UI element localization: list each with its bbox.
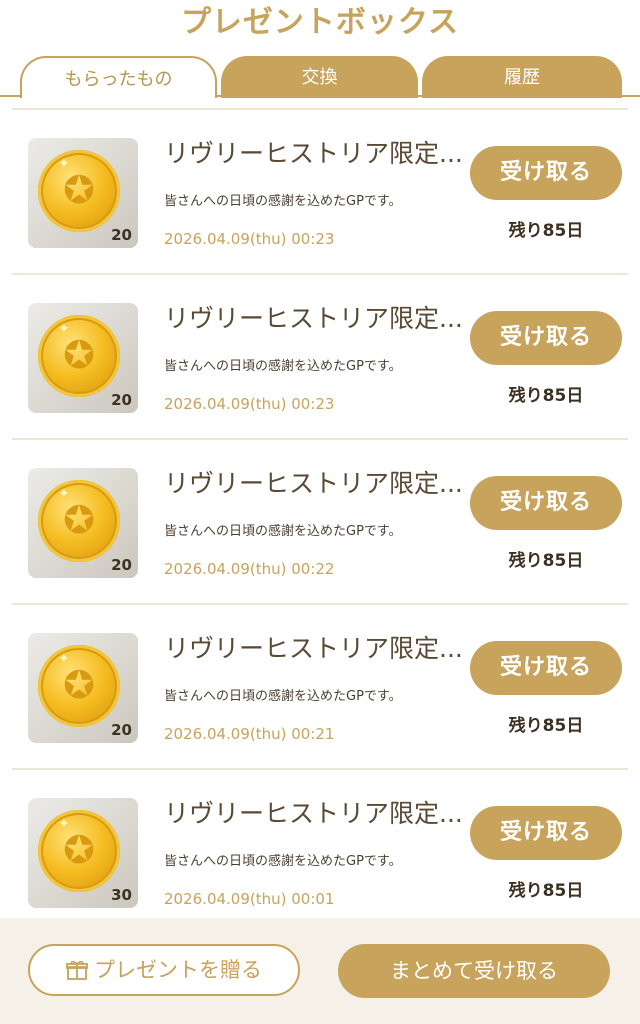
remaining-days: 残り85日 [508,881,584,901]
item-title: リヴリーヒストリア限定... [164,304,463,333]
tab-exchange[interactable]: 交換 [221,56,418,98]
item-date: 2026.04.09(thu) 00:01 [164,890,335,908]
item-thumbnail: ✦ ✪ 20 [28,633,138,743]
item-date: 2026.04.09(thu) 00:21 [164,725,335,743]
item-date: 2026.04.09(thu) 00:23 [164,230,335,248]
item-date: 2026.04.09(thu) 00:23 [164,395,335,413]
item-title: リヴリーヒストリア限定... [164,469,463,498]
item-thumbnail: ✦ ✪ 20 [28,303,138,413]
item-title: リヴリーヒストリア限定... [164,139,463,168]
item-title: リヴリーヒストリア限定... [164,634,463,663]
gold-coin-icon: ✦ ✪ [38,315,120,397]
item-date: 2026.04.09(thu) 00:22 [164,560,335,578]
gold-coin-icon: ✦ ✪ [38,810,120,892]
gold-coin-icon: ✦ ✪ [38,150,120,232]
item-description: 皆さんへの日頃の感謝を込めたGPです。 [164,689,402,704]
list-item: ✦ ✪ 20 リヴリーヒストリア限定... 皆さんへの日頃の感謝を込めたGPです… [12,108,628,275]
receive-button[interactable]: 受け取る [470,476,622,530]
item-quantity: 20 [111,391,132,409]
receive-all-button[interactable]: まとめて受け取る [338,944,610,998]
remaining-days: 残り85日 [508,221,584,241]
list-item: ✦ ✪ 20 リヴリーヒストリア限定... 皆さんへの日頃の感謝を込めたGPです… [12,603,628,770]
remaining-days: 残り85日 [508,551,584,571]
remaining-days: 残り85日 [508,386,584,406]
list-item: ✦ ✪ 20 リヴリーヒストリア限定... 皆さんへの日頃の感謝を込めたGPです… [12,438,628,605]
send-present-button[interactable]: プレゼントを贈る [28,944,300,996]
receive-button[interactable]: 受け取る [470,806,622,860]
tab-bar: もらったもの 交換 履歴 [0,56,640,98]
page-title: プレゼントボックス [180,5,460,40]
footer-bar: プレゼントを贈る まとめて受け取る [0,918,640,1024]
gold-coin-icon: ✦ ✪ [38,480,120,562]
item-thumbnail: ✦ ✪ 20 [28,468,138,578]
item-description: 皆さんへの日頃の感謝を込めたGPです。 [164,194,402,209]
item-title: リヴリーヒストリア限定... [164,799,463,828]
list-item: ✦ ✪ 20 リヴリーヒストリア限定... 皆さんへの日頃の感謝を込めたGPです… [12,273,628,440]
gold-coin-icon: ✦ ✪ [38,645,120,727]
item-quantity: 20 [111,556,132,574]
item-thumbnail: ✦ ✪ 20 [28,138,138,248]
receive-button[interactable]: 受け取る [470,146,622,200]
item-description: 皆さんへの日頃の感謝を込めたGPです。 [164,359,402,374]
remaining-days: 残り85日 [508,716,584,736]
tab-received[interactable]: もらったもの [20,56,217,98]
item-quantity: 20 [111,226,132,244]
receive-button[interactable]: 受け取る [470,311,622,365]
receive-button[interactable]: 受け取る [470,641,622,695]
item-description: 皆さんへの日頃の感謝を込めたGPです。 [164,524,402,539]
list-item: ✦ ✪ 30 リヴリーヒストリア限定... 皆さんへの日頃の感謝を込めたGPです… [12,768,628,935]
item-thumbnail: ✦ ✪ 30 [28,798,138,908]
item-quantity: 30 [111,886,132,904]
tab-history[interactable]: 履歴 [422,56,622,98]
send-present-label: プレゼントを贈る [94,958,262,982]
item-description: 皆さんへの日頃の感謝を込めたGPです。 [164,854,402,869]
gift-icon [66,960,88,980]
item-quantity: 20 [111,721,132,739]
